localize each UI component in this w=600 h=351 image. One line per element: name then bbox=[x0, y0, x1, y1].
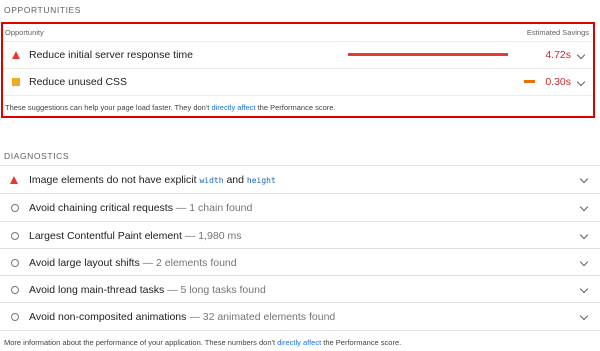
diagnostic-title: Largest Contentful Paint element — 1,980… bbox=[29, 230, 241, 242]
footnote-text: These suggestions can help your page loa… bbox=[5, 103, 212, 112]
diagnostic-title: Avoid chaining critical requests — 1 cha… bbox=[29, 202, 252, 214]
diagnostic-detail: — 1 chain found bbox=[172, 202, 253, 214]
chevron-down-icon[interactable] bbox=[579, 174, 589, 184]
info-circle-icon bbox=[11, 232, 19, 240]
footnote-text: the Performance score. bbox=[321, 338, 402, 347]
savings-value: 4.72s bbox=[545, 49, 571, 61]
diagnostic-row[interactable]: Image elements do not have explicit widt… bbox=[0, 166, 600, 193]
diagnostic-title-text: Image elements do not have explicit bbox=[29, 174, 200, 186]
opportunities-footnote: These suggestions can help your page loa… bbox=[5, 103, 336, 112]
opportunity-title: Reduce unused CSS bbox=[29, 76, 128, 88]
opportunity-title: Reduce initial server response time bbox=[29, 49, 193, 61]
chevron-down-icon[interactable] bbox=[579, 311, 589, 321]
opportunity-row[interactable]: Reduce initial server response time 4.72… bbox=[3, 41, 593, 69]
estimated-savings-column-header: Estimated Savings bbox=[526, 28, 589, 37]
opportunities-section-title: OPPORTUNITIES bbox=[4, 5, 82, 15]
code-width: width bbox=[199, 176, 224, 185]
chevron-down-icon[interactable] bbox=[576, 77, 586, 87]
savings-bar bbox=[524, 80, 535, 83]
divider bbox=[3, 95, 593, 96]
chevron-down-icon[interactable] bbox=[579, 257, 589, 267]
diagnostic-row[interactable]: Largest Contentful Paint element — 1,980… bbox=[0, 222, 600, 249]
diagnostic-detail: — 5 long tasks found bbox=[164, 284, 266, 296]
chevron-down-icon[interactable] bbox=[579, 284, 589, 294]
chevron-down-icon[interactable] bbox=[576, 50, 586, 60]
info-circle-icon bbox=[11, 259, 19, 267]
diagnostic-row[interactable]: Avoid non-composited animations — 32 ani… bbox=[0, 303, 600, 330]
chevron-down-icon[interactable] bbox=[579, 230, 589, 240]
diagnostic-title: Avoid large layout shifts — 2 elements f… bbox=[29, 257, 237, 269]
diagnostic-detail: — 1,980 ms bbox=[181, 230, 242, 242]
footnote-text: More information about the performance o… bbox=[4, 338, 278, 347]
savings-value: 0.30s bbox=[545, 76, 571, 88]
diagnostics-footnote: More information about the performance o… bbox=[4, 338, 401, 347]
diagnostic-title-text: Avoid large layout shifts bbox=[29, 257, 140, 269]
warning-triangle-icon bbox=[10, 176, 18, 184]
diagnostic-row[interactable]: Avoid chaining critical requests — 1 cha… bbox=[0, 194, 600, 221]
opportunity-column-header: Opportunity bbox=[5, 28, 44, 37]
diagnostic-title-text: Avoid long main-thread tasks bbox=[29, 284, 165, 296]
diagnostic-title: Avoid non-composited animations — 32 ani… bbox=[29, 311, 335, 323]
info-circle-icon bbox=[11, 286, 19, 294]
diagnostic-title-text: Largest Contentful Paint element bbox=[29, 230, 182, 242]
info-circle-icon bbox=[11, 204, 19, 212]
diagnostic-title: Image elements do not have explicit widt… bbox=[29, 174, 276, 186]
code-height: height bbox=[246, 176, 276, 185]
diagnostic-title-text: Avoid chaining critical requests bbox=[29, 202, 173, 214]
diagnostic-row[interactable]: Avoid long main-thread tasks — 5 long ta… bbox=[0, 276, 600, 303]
average-square-icon bbox=[12, 78, 20, 86]
diagnostic-title: Avoid long main-thread tasks — 5 long ta… bbox=[29, 284, 266, 296]
footnote-text: the Performance score. bbox=[255, 103, 336, 112]
opportunities-header: Opportunity Estimated Savings bbox=[5, 28, 589, 40]
savings-bar bbox=[348, 53, 508, 56]
info-circle-icon bbox=[11, 313, 19, 321]
diagnostic-detail: — 2 elements found bbox=[139, 257, 237, 269]
divider bbox=[0, 330, 600, 331]
warning-triangle-icon bbox=[12, 51, 20, 59]
diagnostic-title-text: and bbox=[223, 174, 247, 186]
opportunities-panel: Opportunity Estimated Savings Reduce ini… bbox=[1, 22, 595, 118]
diagnostic-detail: — 32 animated elements found bbox=[186, 311, 336, 323]
directly-affect-link[interactable]: directly affect bbox=[211, 103, 255, 112]
directly-affect-link[interactable]: directly affect bbox=[277, 338, 321, 347]
diagnostic-title-text: Avoid non-composited animations bbox=[29, 311, 187, 323]
diagnostics-section-title: DIAGNOSTICS bbox=[4, 151, 70, 161]
opportunity-row[interactable]: Reduce unused CSS 0.30s bbox=[3, 68, 593, 96]
chevron-down-icon[interactable] bbox=[579, 202, 589, 212]
diagnostic-row[interactable]: Avoid large layout shifts — 2 elements f… bbox=[0, 249, 600, 276]
